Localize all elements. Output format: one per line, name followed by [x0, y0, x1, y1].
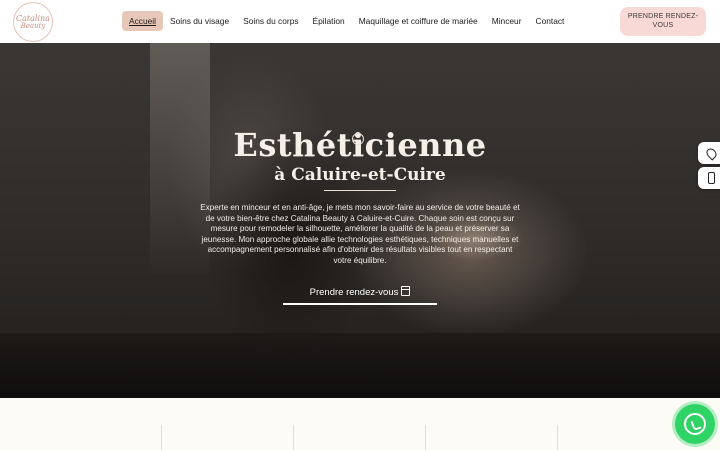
hero-title-ornament	[352, 133, 364, 145]
nav-item-epilation[interactable]: Épilation	[306, 11, 352, 31]
nav-item-accueil[interactable]: Accueil	[122, 11, 163, 31]
whatsapp-icon	[684, 413, 706, 435]
column-divider	[161, 425, 162, 450]
nav-item-contact[interactable]: Contact	[529, 11, 572, 31]
nav-item-minceur[interactable]: Minceur	[485, 11, 529, 31]
calendar-icon	[401, 286, 411, 296]
nav-item-maquillage-coiffure[interactable]: Maquillage et coiffure de mariée	[352, 11, 485, 31]
map-pin-icon	[703, 145, 719, 161]
column-divider	[293, 425, 294, 450]
hero-book-label: Prendre rendez-vous	[309, 287, 399, 298]
phone-icon	[707, 172, 715, 184]
logo-line2: Beauty	[20, 21, 46, 30]
site-header: Catalina Beauty Accueil Soins du visage …	[0, 0, 720, 43]
column-divider	[425, 425, 426, 450]
nav-item-soins-visage[interactable]: Soins du visage	[163, 11, 236, 31]
logo[interactable]: Catalina Beauty	[13, 2, 53, 42]
main-nav: Accueil Soins du visage Soins du corps É…	[122, 11, 571, 31]
map-button[interactable]	[698, 142, 720, 164]
services-strip	[0, 398, 720, 450]
hero-description: Experte en minceur et en anti-âge, je me…	[200, 203, 520, 265]
nav-item-soins-corps[interactable]: Soins du corps	[236, 11, 305, 31]
column-divider	[557, 425, 558, 450]
book-appointment-button[interactable]: PRENDRE RENDEZ-VOUS	[620, 7, 706, 36]
hero-background-sofa	[0, 333, 720, 398]
whatsapp-button[interactable]	[675, 404, 715, 444]
hero-divider	[324, 190, 396, 191]
phone-button[interactable]	[698, 167, 720, 189]
hero-title: Esthéticienne	[233, 126, 487, 164]
hero-section: Esthéticienne à Caluire-et-Cuire Experte…	[0, 43, 720, 398]
hero-book-button[interactable]: Prendre rendez-vous	[283, 285, 437, 305]
hero-subtitle: à Caluire-et-Cuire	[274, 165, 446, 185]
